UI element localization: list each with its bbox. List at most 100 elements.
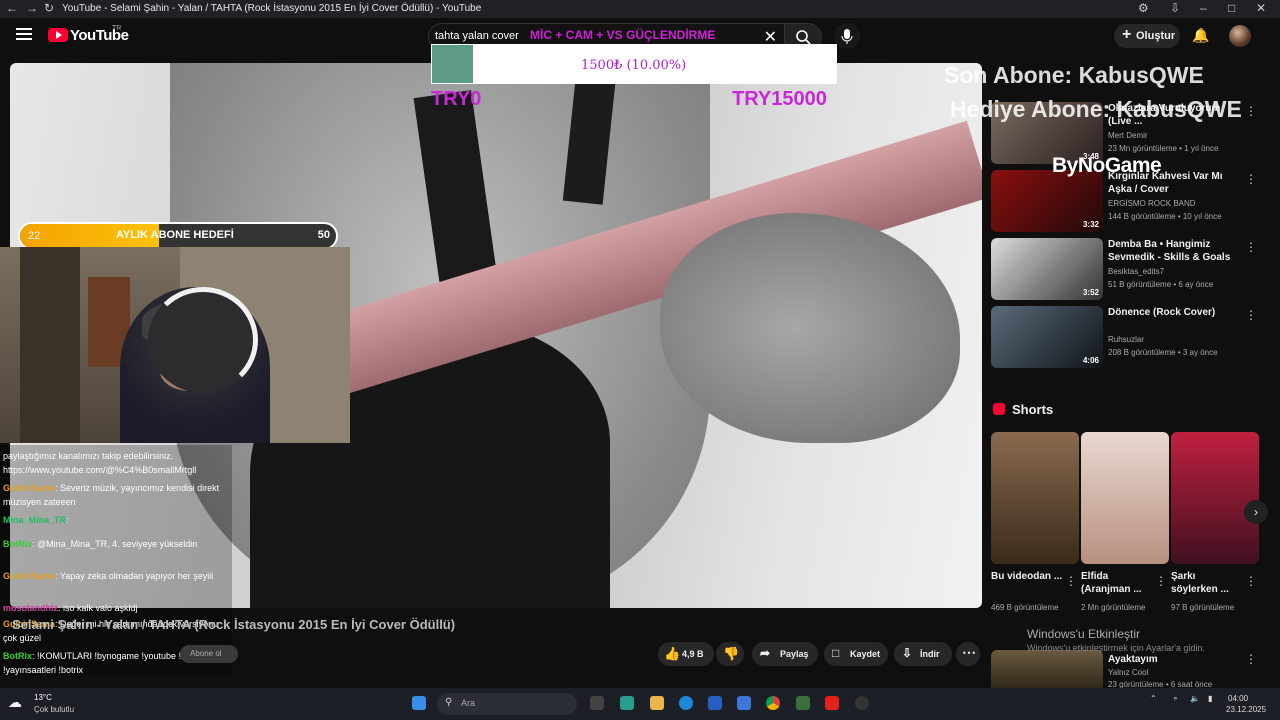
reload-icon[interactable]: ↻ — [44, 1, 54, 15]
like-icon: 👍 — [664, 646, 681, 661]
like-button[interactable]: 👍 4,9 B — [658, 642, 714, 666]
video-thumbnail[interactable]: 3:32 — [991, 170, 1103, 232]
donation-max: TRY15000 — [732, 88, 827, 110]
minimize-icon[interactable]: – — [1200, 1, 1207, 15]
network-icon[interactable]: ⚬ — [1172, 694, 1179, 703]
save-button[interactable]: □ Kaydet — [824, 642, 888, 666]
subscribe-label: Abone ol — [190, 649, 222, 658]
shorts-next-button[interactable]: › — [1244, 500, 1268, 524]
start-icon[interactable] — [412, 696, 426, 710]
forward-icon[interactable]: → — [26, 1, 38, 15]
video-title[interactable]: Demba Ba • Hangimiz Sevmedik - Skills & … — [1108, 238, 1243, 264]
tray-chevron-icon[interactable]: ⌃ — [1150, 694, 1157, 703]
widgets-icon[interactable] — [620, 696, 634, 710]
obs-icon[interactable] — [855, 696, 869, 710]
related-video-next[interactable]: Ayaktayım Yalnız Cool 23 görüntüleme • 6… — [991, 650, 1261, 689]
chat-message: BotRix: @Mina_Mina_TR, 4. seviyeye yükse… — [3, 537, 229, 551]
short-thumbnail[interactable] — [1171, 432, 1259, 564]
video-title[interactable]: Ayaktayım — [1108, 653, 1243, 666]
youtube-app-icon[interactable] — [825, 696, 839, 710]
account-avatar[interactable] — [1229, 25, 1251, 47]
region-code: TR — [112, 25, 122, 32]
related-video[interactable]: 3:52 Demba Ba • Hangimiz Sevmedik - Skill… — [991, 238, 1261, 300]
youtube-logo-icon[interactable] — [48, 28, 68, 42]
chat-message: mosolandhiz: iso kalk valo aşkldj — [3, 601, 229, 615]
donation-goal-progress — [432, 45, 473, 83]
donation-goal-text: 1500₺ (10.00%) — [581, 58, 687, 73]
save-label: Kaydet — [850, 649, 881, 659]
video-channel[interactable]: Ruhsuzlar — [1108, 335, 1144, 344]
download-button[interactable]: ⇩ İndir — [894, 642, 952, 666]
video-thumbnail[interactable] — [991, 650, 1103, 688]
video-title[interactable]: Dönence (Rock Cover) — [1108, 306, 1243, 319]
battery-icon[interactable]: ▮ — [1208, 694, 1212, 703]
short-thumbnail[interactable] — [991, 432, 1079, 564]
chat-message: Mina_Mina_TR: — [3, 513, 229, 527]
video-channel[interactable]: Besiktas_edits7 — [1108, 267, 1164, 276]
clock-date[interactable]: 23.12.2025 — [1226, 705, 1266, 714]
related-video[interactable]: 3:32 Kırgınlar Kahvesi Var Mı Aşka / Cove… — [991, 170, 1261, 232]
downloads-icon[interactable]: ⇩ — [1170, 1, 1180, 15]
weather-temp[interactable]: 13°C — [34, 693, 52, 702]
menu-icon[interactable] — [16, 28, 32, 40]
subscribe-button[interactable]: Abone ol — [180, 645, 238, 663]
goal-current: 22 — [28, 230, 41, 242]
video-meta: 51 B görüntüleme • 6 ay önce — [1108, 280, 1214, 289]
video-channel[interactable]: ERGİSMO ROCK BAND — [1108, 199, 1196, 208]
volume-icon[interactable]: 🔈 — [1190, 694, 1200, 703]
edge-icon[interactable] — [679, 696, 693, 710]
activation-watermark: Windows'u Etkinleştir — [1027, 627, 1140, 641]
more-icon[interactable]: ⋮ — [1245, 308, 1257, 322]
video-meta: 208 B görüntüleme • 3 ay önce — [1108, 348, 1218, 357]
video-duration: 4:06 — [1082, 356, 1099, 365]
mail-icon[interactable] — [737, 696, 751, 710]
create-button[interactable]: + Oluştur — [1114, 24, 1180, 48]
more-icon[interactable]: ⋮ — [1155, 574, 1167, 588]
video-frame-hand — [660, 213, 960, 443]
extensions-icon[interactable]: ⚙ — [1138, 1, 1149, 15]
weather-desc[interactable]: Çok bulutlu — [34, 705, 74, 714]
related-video[interactable]: 4:06 Dönence (Rock Cover) Ruhsuzlar 208 B g… — [991, 306, 1261, 368]
close-window-icon[interactable]: ✕ — [1256, 1, 1266, 15]
dislike-button[interactable]: 👎 — [716, 642, 744, 666]
maximize-icon[interactable]: □ — [1228, 1, 1235, 15]
taskbar-search[interactable]: ⚲ Ara — [437, 693, 577, 715]
notifications-icon[interactable]: 🔔 — [1192, 27, 1209, 44]
more-icon[interactable]: ⋮ — [1065, 574, 1077, 588]
more-icon[interactable]: ⋮ — [1245, 172, 1257, 186]
task-view-icon[interactable] — [590, 696, 604, 710]
clock-time[interactable]: 04:00 — [1228, 694, 1248, 703]
goal-target: 50 — [317, 229, 330, 241]
short-title[interactable]: Şarkı söylerken ... — [1171, 570, 1243, 596]
chrome-icon[interactable] — [766, 696, 780, 710]
chat-username: mosolandhiz — [3, 603, 59, 613]
app-icon[interactable] — [796, 696, 810, 710]
video-thumbnail[interactable]: 3:52 — [991, 238, 1103, 300]
short-title[interactable]: Bu videodan ... — [991, 570, 1063, 583]
more-icon[interactable]: ⋮ — [1245, 104, 1257, 118]
video-duration: 3:32 — [1082, 220, 1099, 229]
video-title: Selami Şahin - Yalan / TAHTA (Rock İstas… — [12, 617, 456, 632]
share-button[interactable]: ➦ Paylaş — [752, 642, 818, 666]
short-title[interactable]: Elfida (Aranjman ... — [1081, 570, 1153, 596]
search-icon: ⚲ — [445, 697, 453, 708]
more-actions-button[interactable]: ⋯ — [956, 642, 980, 666]
short-thumbnail[interactable] — [1081, 432, 1169, 564]
browser-title-bar: ← → ↻ YouTube - Selami Şahin - Yalan / T… — [0, 0, 1280, 18]
plus-icon: + — [1122, 26, 1132, 43]
video-channel[interactable]: Mert Demir — [1108, 131, 1148, 140]
more-icon[interactable]: ⋮ — [1245, 652, 1257, 666]
more-icon[interactable]: ⋮ — [1245, 574, 1257, 588]
file-explorer-icon[interactable] — [650, 696, 664, 710]
subscriber-goal-bar: 22 AYLIK ABONE HEDEFİ 50 — [18, 222, 338, 250]
chat-text: : — [66, 515, 69, 525]
activation-watermark-sub: Windows'u etkinleştirmek için Ayarlar'a … — [1027, 643, 1205, 653]
webcam-door — [20, 247, 80, 443]
voice-search-button[interactable] — [834, 23, 860, 49]
video-thumbnail[interactable]: 4:06 — [991, 306, 1103, 368]
video-channel[interactable]: Yalnız Cool — [1108, 668, 1148, 677]
store-icon[interactable] — [708, 696, 722, 710]
back-icon[interactable]: ← — [6, 1, 18, 15]
more-icon[interactable]: ⋮ — [1245, 240, 1257, 254]
weather-icon[interactable]: ☁ — [8, 694, 22, 711]
